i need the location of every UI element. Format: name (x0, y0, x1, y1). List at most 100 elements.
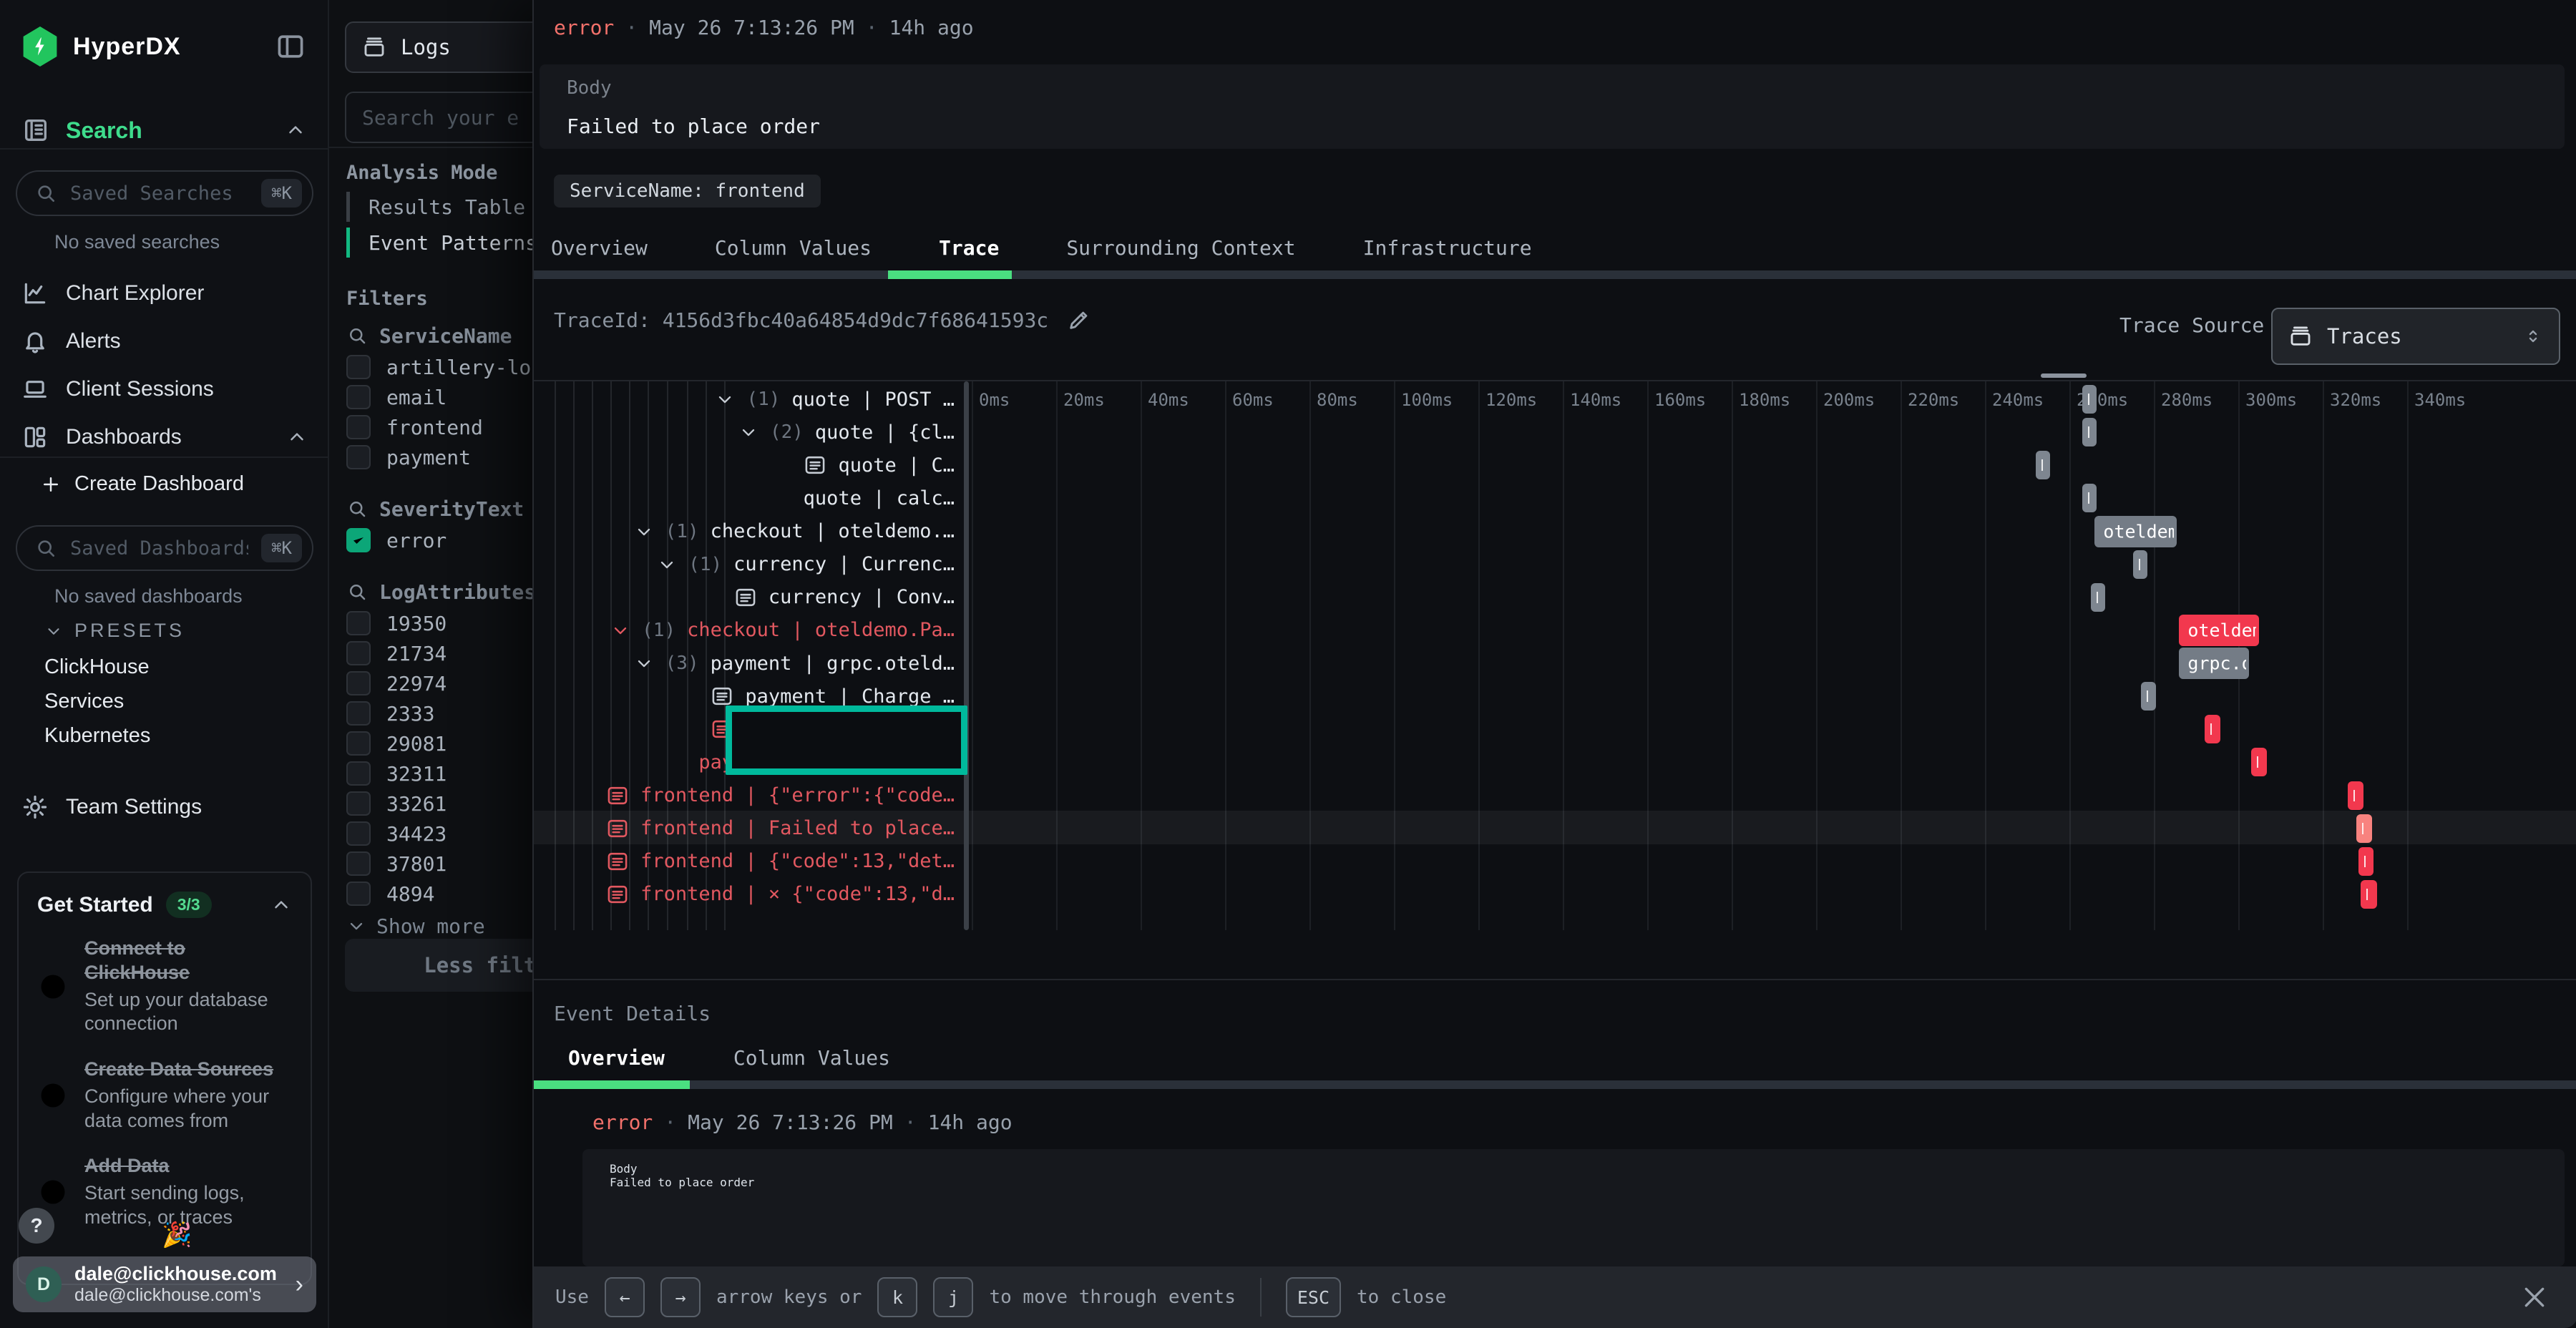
checkbox[interactable] (346, 385, 371, 409)
span-duration-bar[interactable] (2251, 748, 2267, 776)
preset-item-clickhouse[interactable]: ClickHouse (44, 650, 302, 684)
filter-option-33261[interactable]: 33261 (346, 788, 532, 819)
less-filters-button[interactable]: Less filters (345, 939, 532, 992)
span-duration-bar[interactable]: oteldem (2179, 615, 2259, 646)
span-row[interactable]: (1)currency | Currenc… (534, 548, 955, 581)
source-select-button[interactable]: Logs (345, 21, 532, 73)
show-more-button[interactable]: Show more (346, 909, 532, 943)
checkbox[interactable] (346, 731, 371, 756)
checkbox[interactable] (346, 355, 371, 379)
sidebar-item-client-sessions[interactable]: Client Sessions (0, 365, 329, 413)
presets-toggle[interactable]: PRESETS (44, 620, 185, 642)
preset-item-kubernetes[interactable]: Kubernetes (44, 718, 302, 753)
filter-option-frontend[interactable]: frontend (346, 412, 532, 442)
chevron-up-icon[interactable] (286, 426, 308, 448)
filter-option-4894[interactable]: 4894 (346, 879, 532, 909)
checkbox[interactable] (346, 671, 371, 695)
filter-option-22974[interactable]: 22974 (346, 668, 532, 698)
span-duration-bar[interactable] (2356, 814, 2372, 843)
waterfall-resize-handle[interactable] (964, 381, 969, 930)
span-row[interactable]: quote | C… (534, 449, 955, 482)
user-menu[interactable]: D dale@clickhouse.com dale@clickhouse.co… (13, 1256, 316, 1312)
checkbox-checked[interactable] (346, 528, 371, 552)
chevron-down-icon[interactable] (657, 555, 677, 575)
span-row[interactable]: quote | calc… (534, 482, 955, 514)
get-started-item-add-data[interactable]: Add DataStart sending logs, metrics, or … (37, 1154, 292, 1229)
filter-search-icon[interactable] (346, 325, 368, 346)
filter-option-32311[interactable]: 32311 (346, 758, 532, 788)
close-icon[interactable] (2520, 1283, 2549, 1312)
search-section-header[interactable]: Search (21, 113, 306, 147)
checkbox[interactable] (346, 611, 371, 635)
chevron-down-icon[interactable] (634, 653, 654, 673)
saved-searches-input[interactable]: Saved Searches ⌘K (16, 170, 313, 216)
checkbox[interactable] (346, 821, 371, 846)
event-details-tab-overview[interactable]: Overview (568, 1046, 665, 1070)
get-started-item-connect-to-clickhouse[interactable]: Connect to ClickHouseSet up your databas… (37, 937, 292, 1036)
span-duration-bar[interactable] (2141, 682, 2156, 711)
filter-option-37801[interactable]: 37801 (346, 849, 532, 879)
chevron-down-icon[interactable] (715, 389, 735, 409)
span-row[interactable]: (2)quote | {cl… (534, 416, 955, 449)
span-duration-bar[interactable] (2205, 715, 2220, 743)
filter-option-2333[interactable]: 2333 (346, 698, 532, 728)
sidebar-item-team-settings[interactable]: Team Settings (21, 787, 306, 827)
filter-search-icon[interactable] (346, 581, 368, 602)
edit-pencil-icon[interactable] (1067, 308, 1091, 332)
sidebar-item-alerts[interactable]: Alerts (0, 317, 329, 365)
tab-overview[interactable]: Overview (551, 236, 648, 260)
span-duration-bar[interactable] (2082, 385, 2097, 414)
checkbox[interactable] (346, 791, 371, 816)
checkbox[interactable] (346, 701, 371, 726)
tab-infrastructure[interactable]: Infrastructure (1363, 236, 1532, 260)
tab-surrounding-context[interactable]: Surrounding Context (1066, 236, 1295, 260)
chevron-up-icon[interactable] (270, 894, 292, 916)
tab-column-values[interactable]: Column Values (715, 236, 872, 260)
span-duration-bar[interactable] (2082, 418, 2097, 446)
span-row[interactable]: (1)checkout | oteldemo.Pa… (534, 614, 955, 647)
checkbox[interactable] (346, 445, 371, 469)
chevron-up-icon[interactable] (285, 119, 306, 141)
filter-option-artillery-loa[interactable]: artillery-loa (346, 352, 532, 382)
checkbox[interactable] (346, 415, 371, 439)
get-started-item-create-data-sources[interactable]: Create Data SourcesConfigure where your … (37, 1058, 292, 1133)
filter-option-21734[interactable]: 21734 (346, 638, 532, 668)
span-row[interactable]: frontend | × {"code":13,"d… (534, 878, 955, 911)
checkbox[interactable] (346, 761, 371, 786)
filter-option-payment[interactable]: payment (346, 442, 532, 472)
tab-trace[interactable]: Trace (939, 236, 999, 260)
span-duration-bar[interactable]: oteldem (2094, 516, 2177, 547)
collapse-sidebar-icon[interactable] (275, 31, 306, 62)
span-duration-bar[interactable] (2082, 484, 2097, 512)
preset-item-services[interactable]: Services (44, 684, 302, 718)
filter-option-19350[interactable]: 19350 (346, 608, 532, 638)
chevron-down-icon[interactable] (610, 620, 630, 640)
filter-search-icon[interactable] (346, 498, 368, 519)
span-duration-bar[interactable] (2348, 781, 2363, 810)
span-row[interactable]: frontend | {"error":{"code… (534, 779, 955, 812)
chevron-down-icon[interactable] (738, 422, 758, 442)
span-row[interactable]: (3)payment | grpc.oteld… (534, 647, 955, 680)
sidebar-item-chart-explorer[interactable]: Chart Explorer (0, 269, 329, 317)
analysis-mode-results-table[interactable]: Results Table (346, 189, 532, 225)
span-duration-bar[interactable] (2133, 550, 2148, 579)
filter-option-29081[interactable]: 29081 (346, 728, 532, 758)
filter-option-34423[interactable]: 34423 (346, 819, 532, 849)
help-button[interactable]: ? (19, 1208, 54, 1244)
checkbox[interactable] (346, 882, 371, 906)
span-row[interactable]: (1)checkout | oteldemo.… (534, 515, 955, 548)
event-search-input[interactable]: Search your e (345, 92, 532, 143)
span-row[interactable]: frontend | {"code":13,"det… (534, 845, 955, 878)
service-name-chip[interactable]: ServiceName: frontend (554, 175, 821, 208)
checkbox[interactable] (346, 851, 371, 876)
sidebar-item-dashboards[interactable]: Dashboards (0, 413, 329, 461)
event-details-tab-column-values[interactable]: Column Values (733, 1046, 890, 1070)
trace-source-select[interactable]: Traces (2271, 308, 2560, 365)
filter-option-email[interactable]: email (346, 382, 532, 412)
chevron-down-icon[interactable] (634, 522, 654, 542)
span-duration-bar[interactable] (2358, 847, 2373, 876)
saved-dashboards-input[interactable]: Saved Dashboards ⌘K (16, 525, 313, 571)
filter-option-error[interactable]: error (346, 525, 532, 555)
span-row[interactable]: frontend | Failed to place… (534, 812, 955, 845)
span-duration-bar[interactable] (2361, 880, 2377, 909)
